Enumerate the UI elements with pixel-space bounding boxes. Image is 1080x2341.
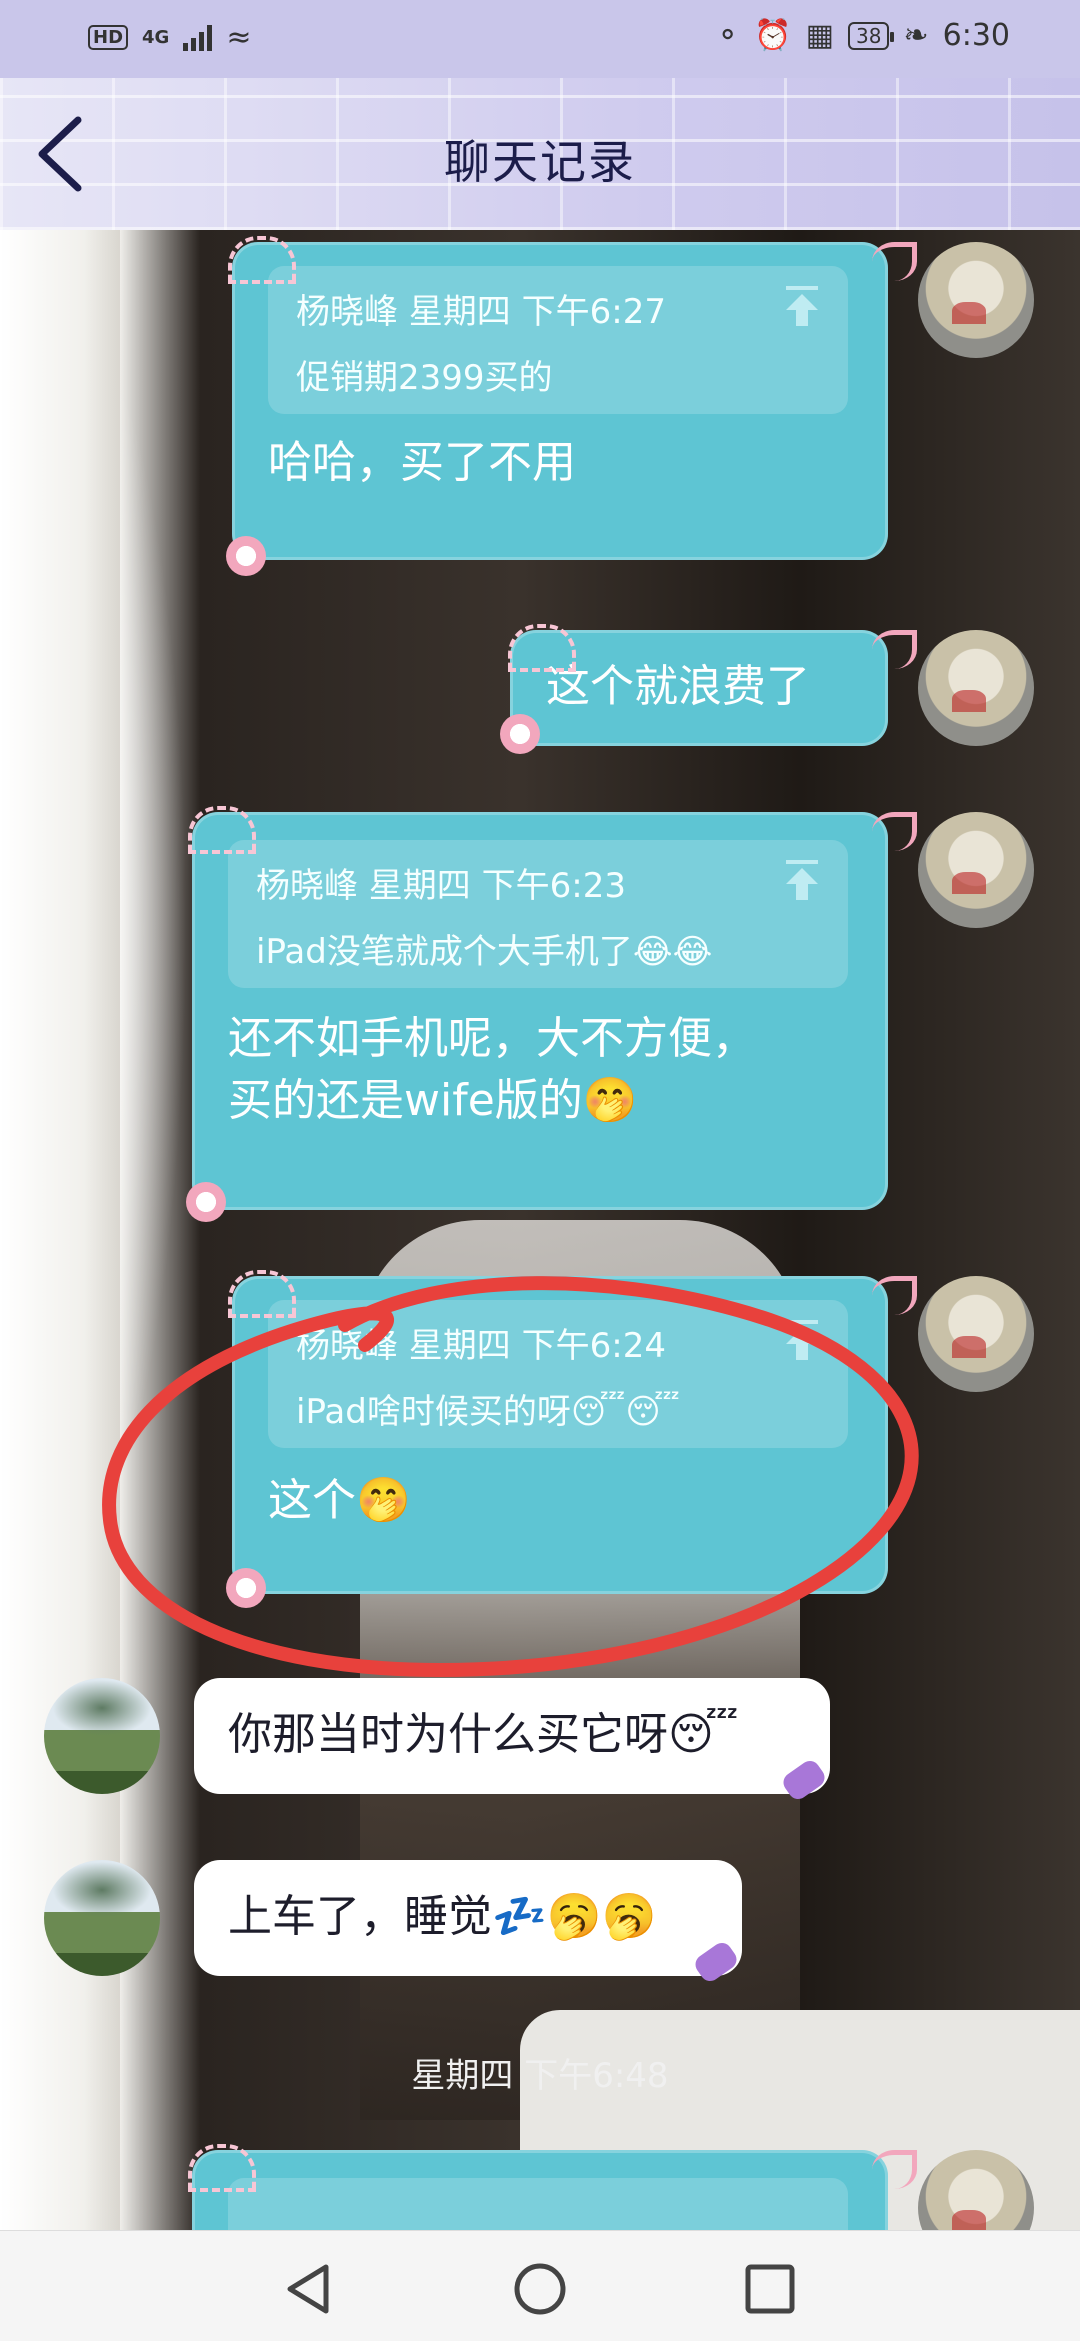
- message-bubble[interactable]: 杨晓峰 星期四 下午6:23 iPad没笔就成个大手机了😂😂 还不如手机呢，大不…: [192, 812, 888, 1210]
- quoted-message[interactable]: 杨晓峰 星期四 下午6:27 促销期2399买的: [268, 266, 848, 414]
- header-bar: 聊天记录: [0, 78, 1080, 230]
- message-text: 上车了，睡觉💤🥱🥱: [228, 1891, 657, 1942]
- phone-cord-decoration: [872, 2150, 917, 2189]
- message-text: 你那当时为什么买它呀😴: [228, 1709, 739, 1760]
- message-bubble[interactable]: 你那当时为什么买它呀😴: [194, 1678, 830, 1794]
- avatar[interactable]: [44, 1860, 160, 1976]
- message-text: 这个就浪费了: [546, 661, 810, 712]
- hd-badge: HD: [88, 25, 129, 50]
- leaf-icon: ❧: [903, 18, 929, 53]
- vibrate-icon: ▦: [805, 18, 835, 53]
- message-bubble[interactable]: [192, 2150, 888, 2230]
- page-title: 聊天记录: [444, 135, 636, 189]
- phone-cord-decoration: [872, 630, 917, 669]
- telephone-decoration: [226, 1568, 266, 1608]
- recents-square-icon[interactable]: [740, 2259, 800, 2319]
- alarm-icon: ⏰: [754, 18, 792, 53]
- wifi-icon: ≈: [226, 20, 252, 55]
- bubble-decoration: [188, 2144, 256, 2192]
- avatar[interactable]: [918, 1276, 1034, 1392]
- bubble-decoration: [228, 236, 296, 284]
- pin-to-top-icon[interactable]: [782, 858, 822, 902]
- message-text: 哈哈，买了不用: [268, 437, 576, 488]
- chat-history[interactable]: 杨晓峰 星期四 下午6:27 促销期2399买的 哈哈，买了不用 这个就浪费了 …: [0, 230, 1080, 2230]
- quote-text: iPad没笔就成个大手机了😂😂: [256, 932, 713, 972]
- message-bubble[interactable]: 杨晓峰 星期四 下午6:24 iPad啥时候买的呀😴😴 这个🤭: [232, 1276, 888, 1594]
- quoted-message[interactable]: [228, 2178, 848, 2230]
- pin-to-top-icon[interactable]: [782, 284, 822, 328]
- phone-cord-decoration: [872, 242, 917, 281]
- quote-meta: 杨晓峰 星期四 下午6:27: [296, 292, 666, 332]
- message-text: 还不如手机呢，大不方便， 买的还是wife版的🤭: [228, 1013, 756, 1126]
- quote-text: iPad啥时候买的呀😴😴: [296, 1392, 680, 1432]
- bubble-decoration: [188, 806, 256, 854]
- avatar[interactable]: [918, 242, 1034, 358]
- pin-to-top-icon[interactable]: [782, 1318, 822, 1362]
- avatar[interactable]: [918, 812, 1034, 928]
- telephone-decoration: [500, 714, 540, 754]
- avatar[interactable]: [918, 630, 1034, 746]
- quoted-message[interactable]: 杨晓峰 星期四 下午6:24 iPad啥时候买的呀😴😴: [268, 1300, 848, 1448]
- battery-icon: 38: [848, 21, 895, 50]
- home-circle-icon[interactable]: [510, 2259, 570, 2319]
- phone-cord-decoration: [872, 1276, 917, 1315]
- network-type: 4G: [142, 27, 170, 48]
- avatar[interactable]: [44, 1678, 160, 1794]
- telephone-decoration: [186, 1182, 226, 1222]
- status-bar: HD 4G ≈ ⚬ ⏰ ▦ 38 ❧ 6:30: [0, 0, 1080, 78]
- telephone-decoration: [226, 536, 266, 576]
- back-triangle-icon[interactable]: [280, 2259, 340, 2319]
- quote-meta: 杨晓峰 星期四 下午6:23: [256, 866, 626, 906]
- message-text: 这个🤭: [268, 1475, 411, 1526]
- bubble-decoration: [228, 1270, 296, 1318]
- navigation-bar: [0, 2230, 1080, 2341]
- phone-cord-decoration: [872, 812, 917, 851]
- quote-meta: 杨晓峰 星期四 下午6:24: [296, 1326, 666, 1366]
- quote-text: 促销期2399买的: [296, 358, 553, 398]
- quoted-message[interactable]: 杨晓峰 星期四 下午6:23 iPad没笔就成个大手机了😂😂: [228, 840, 848, 988]
- message-bubble[interactable]: 上车了，睡觉💤🥱🥱: [194, 1860, 742, 1976]
- timestamp: 星期四 下午6:48: [411, 2056, 669, 2096]
- signal-icon: [183, 24, 213, 51]
- message-bubble[interactable]: 杨晓峰 星期四 下午6:27 促销期2399买的 哈哈，买了不用: [232, 242, 888, 560]
- bubble-decoration: [508, 624, 576, 672]
- clock-time: 6:30: [942, 18, 1010, 53]
- headphones-icon: ⚬: [715, 18, 741, 53]
